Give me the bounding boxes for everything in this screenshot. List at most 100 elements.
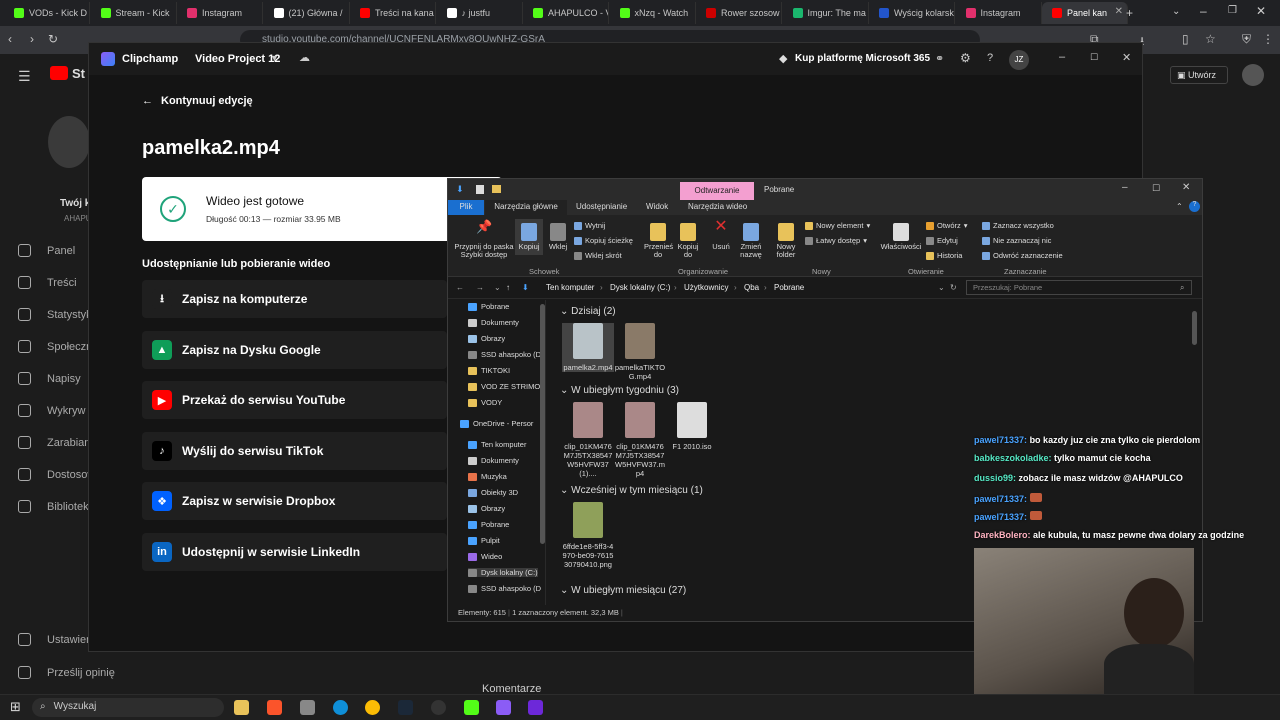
minimize-icon[interactable]: – xyxy=(1122,182,1128,193)
tab-home[interactable]: Narzędzia główne xyxy=(485,200,567,215)
collapse-ribbon-icon[interactable]: ⌃ xyxy=(1176,202,1183,211)
browser-tab[interactable]: Wyścig kolarsk xyxy=(869,2,955,24)
nav-item[interactable]: Obrazy xyxy=(468,334,505,343)
minimize-icon[interactable]: – xyxy=(1200,4,1207,18)
sidebar-item[interactable]: Dostosow xyxy=(18,468,95,481)
shield-icon[interactable]: ⛨ xyxy=(1242,32,1251,47)
reload-icon[interactable]: ↻ xyxy=(48,32,58,46)
back-button[interactable]: ← Kontynuuj edycję xyxy=(142,95,253,107)
close-icon[interactable]: ✕ xyxy=(1122,51,1131,64)
sidebar-icon[interactable]: ▯ xyxy=(1182,32,1189,46)
chrome-icon[interactable] xyxy=(365,700,380,715)
cut-button[interactable]: Wytnij xyxy=(574,221,605,230)
clipchamp-active-icon[interactable] xyxy=(528,700,543,715)
tab-video-tools[interactable]: Narzędzia wideo xyxy=(688,202,747,211)
taskbar-search[interactable]: ⌕ Wyszukaj xyxy=(32,698,224,717)
promo-link[interactable]: Kup platformę Microsoft 365 xyxy=(795,53,930,64)
delete-button[interactable]: ✕ Usuń xyxy=(708,219,734,251)
nav-item[interactable]: TIKTOKI xyxy=(468,366,510,375)
breadcrumb-item[interactable]: Ten komputer xyxy=(546,283,594,292)
share-action-button[interactable]: ♪ Wyślij do serwisu TikTok xyxy=(142,431,447,470)
up-icon[interactable]: ↑ xyxy=(506,283,510,292)
maximize-icon[interactable]: ☐ xyxy=(1152,183,1160,194)
breadcrumb-item[interactable]: Dysk lokalny (C:) xyxy=(610,283,670,292)
share-icon[interactable]: ⚭ xyxy=(935,52,944,65)
share-action-button[interactable]: ▲ Zapisz na Dysku Google xyxy=(142,330,447,369)
group-header[interactable]: ⌄ Wcześniej w tym miesiącu (1) xyxy=(560,485,703,496)
properties-quick-icon[interactable] xyxy=(476,185,484,194)
folder-quick-icon[interactable] xyxy=(492,185,501,193)
help-icon[interactable]: ? xyxy=(1189,201,1200,212)
context-tab-playback[interactable]: Odtwarzanie xyxy=(680,182,754,200)
sidebar-item[interactable]: Panel xyxy=(18,244,75,257)
sidebar-item[interactable]: Statystyk xyxy=(18,308,92,321)
nav-item[interactable]: Dysk lokalny (C:) xyxy=(468,568,538,577)
nav-item[interactable]: Ten komputer xyxy=(468,440,526,449)
help-icon[interactable]: ? xyxy=(987,52,993,64)
nav-item[interactable]: Obiekty 3D xyxy=(468,488,518,497)
copy-path-button[interactable]: Kopiuj ścieżkę xyxy=(574,236,633,245)
breadcrumb-item[interactable]: Pobrane xyxy=(774,283,804,292)
nav-item[interactable]: SSD ahaspoko (D xyxy=(468,584,541,593)
select-none-button[interactable]: Nie zaznaczaj nic xyxy=(982,236,1051,245)
files-scrollbar[interactable] xyxy=(1192,311,1197,345)
easy-access-button[interactable]: Łatwy dostęp ▾ xyxy=(805,236,867,245)
back-icon[interactable]: ← xyxy=(456,283,464,292)
file-item[interactable]: pamelkaTIKTOG.mp4 xyxy=(614,323,666,381)
browser-tab[interactable]: Treści na kana xyxy=(350,2,436,24)
sidebar-item[interactable]: Napisy xyxy=(18,372,81,385)
move-to-button[interactable]: Przenieś do xyxy=(644,223,673,259)
browser-tab[interactable]: xNzq - Watch xyxy=(610,2,696,24)
nav-item[interactable]: Wideo xyxy=(468,552,502,561)
nav-item[interactable]: Dokumenty xyxy=(468,456,519,465)
user-avatar[interactable]: JZ xyxy=(1009,50,1029,70)
back-icon[interactable]: ‹ xyxy=(8,32,12,46)
avatar[interactable] xyxy=(48,116,90,168)
new-folder-button[interactable]: Nowy folder xyxy=(771,223,801,259)
obs-icon[interactable] xyxy=(431,700,446,715)
paste-button[interactable]: Wklej xyxy=(545,223,571,251)
share-action-button[interactable]: in Udostępnij w serwisie LinkedIn xyxy=(142,533,447,571)
file-item[interactable]: 6ffde1e8-5ff3-4970-be09-761530790410.png xyxy=(562,502,614,569)
refresh-icon[interactable]: ↻ xyxy=(950,283,957,292)
group-header[interactable]: ⌄ Dzisiaj (2) xyxy=(560,306,616,317)
menu-icon[interactable]: ⋮ xyxy=(1262,32,1274,46)
browser-tab[interactable]: VODs - Kick D xyxy=(4,2,90,24)
sidebar-item[interactable]: Bibliotek xyxy=(18,500,89,513)
file-item[interactable]: pamelka2.mp4 xyxy=(562,323,614,372)
nav-item[interactable]: Pulpit xyxy=(468,536,500,545)
close-icon[interactable]: ✕ xyxy=(1182,182,1190,193)
search-input[interactable]: Przeszukaj: Pobrane xyxy=(966,280,1192,295)
browser-tab[interactable]: ♪ justfu xyxy=(437,2,523,24)
steam-icon[interactable] xyxy=(398,700,413,715)
browser-tab[interactable]: Rower szosow xyxy=(696,2,782,24)
nav-item[interactable]: Pobrane xyxy=(468,302,509,311)
sidebar-item[interactable]: Wykryw xyxy=(18,404,85,417)
hamburger-icon[interactable]: ☰ xyxy=(18,68,31,85)
maximize-icon[interactable]: ❐ xyxy=(1228,5,1237,16)
maximize-icon[interactable]: ☐ xyxy=(1090,52,1098,63)
create-button[interactable]: ▣ Utwórz xyxy=(1170,66,1228,84)
settings-icon[interactable]: ⚙ xyxy=(960,51,971,65)
account-avatar[interactable] xyxy=(1242,64,1264,86)
app-icon[interactable] xyxy=(300,700,315,715)
browser-tab[interactable]: (21) Główna / xyxy=(264,2,350,24)
file-item[interactable]: F1 2010.iso xyxy=(666,402,718,451)
sidebar-item[interactable]: Społeczn xyxy=(18,340,92,353)
chevron-down-icon[interactable]: ▼ xyxy=(270,53,279,63)
tab-file[interactable]: Plik xyxy=(448,200,484,215)
nav-item[interactable]: Muzyka xyxy=(468,472,507,481)
new-item-button[interactable]: Nowy element ▾ xyxy=(805,221,870,230)
properties-button[interactable]: Właściwości xyxy=(878,223,924,251)
share-action-button[interactable]: ❖ Zapisz w serwisie Dropbox xyxy=(142,482,447,521)
paste-shortcut-button[interactable]: Wklej skrót xyxy=(574,251,622,260)
chevron-down-icon[interactable]: ⌄ xyxy=(494,283,501,292)
sidebar-item-settings[interactable]: Ustawien xyxy=(18,633,92,646)
project-name[interactable]: Video Project 12 xyxy=(195,53,280,65)
clipchamp-icon[interactable] xyxy=(496,700,511,715)
pin-quick-access-button[interactable]: 📌 Przypnij do paska Szybki dostęp xyxy=(453,220,515,259)
breadcrumb-item[interactable]: Użytkownicy xyxy=(684,283,728,292)
share-action-button[interactable]: ▶ Przekaż do serwisu YouTube xyxy=(142,381,447,420)
nav-item[interactable]: SSD ahaspoko (D xyxy=(468,350,541,359)
nav-item[interactable]: Pobrane xyxy=(468,520,509,529)
